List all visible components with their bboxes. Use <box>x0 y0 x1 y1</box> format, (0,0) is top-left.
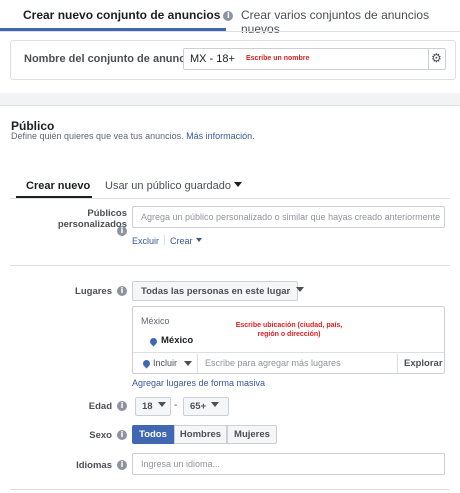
include-dropdown[interactable]: Incluir <box>153 358 177 368</box>
locations-label: Lugares <box>75 286 112 297</box>
age-min-value: 18 <box>142 401 166 412</box>
ad-set-name-value: MX - 18+ <box>190 53 235 65</box>
caret-down-icon <box>195 238 202 242</box>
language-placeholder: Ingresa un idioma... <box>141 459 221 469</box>
explore-button[interactable]: Explorar <box>404 358 443 369</box>
tab-create-new-audience[interactable]: Crear nuevo <box>26 180 90 192</box>
divider <box>133 352 444 353</box>
age-label: Edad <box>88 401 112 412</box>
tab-create-new-ad-set[interactable]: Crear nuevo conjunto de anuncios i <box>23 8 234 22</box>
gear-icon[interactable]: ⚙ <box>431 51 442 65</box>
gender-all-button[interactable]: Todos <box>132 425 174 444</box>
custom-audience-actions: Excluir Crear <box>132 235 202 246</box>
annotation-name: Escribe un nombre <box>246 55 310 62</box>
location-country-heading: México <box>141 316 170 326</box>
info-icon[interactable]: i <box>117 226 127 236</box>
divider <box>10 198 450 199</box>
caret-down-icon <box>233 182 242 187</box>
caret-down-icon <box>184 361 192 366</box>
annotation-location: Escribe ubicación (ciudad, país, región … <box>235 322 343 338</box>
languages-label: Idiomas <box>76 460 112 471</box>
section-gap <box>0 93 460 105</box>
info-icon[interactable]: i <box>117 460 127 470</box>
tab-label: Crear nuevo conjunto de anuncios <box>23 8 221 22</box>
more-info-link[interactable]: Más información. <box>186 131 255 141</box>
caret-down-icon <box>296 287 305 292</box>
tab-saved-audience[interactable]: Usar un público guardado <box>105 180 242 192</box>
custom-audiences-label: Públicos personalizados <box>57 208 127 230</box>
custom-audience-placeholder: Agrega un público personalizado o simila… <box>141 212 441 222</box>
audience-subtitle: Define quién quieres que vea tus anuncio… <box>11 131 255 141</box>
create-dropdown[interactable]: Crear <box>170 236 202 246</box>
divider <box>197 354 198 373</box>
info-icon[interactable]: i <box>117 430 127 440</box>
selected-location[interactable]: México <box>161 335 193 346</box>
gender-label: Sexo <box>89 430 112 441</box>
gender-men-button[interactable]: Hombres <box>174 425 227 444</box>
divider <box>397 354 398 373</box>
divider <box>10 265 450 266</box>
gender-women-button[interactable]: Mujeres <box>227 425 277 444</box>
location-search-input[interactable]: Escribe para agregar más lugares <box>205 358 341 368</box>
exclude-link[interactable]: Excluir <box>132 236 159 246</box>
divider <box>164 235 166 245</box>
caret-down-icon <box>211 402 220 407</box>
info-icon[interactable]: i <box>117 286 127 296</box>
age-range-dash: - <box>174 400 178 411</box>
info-icon[interactable]: i <box>117 401 127 411</box>
bulk-locations-link[interactable]: Agregar lugares de forma masiva <box>132 378 265 388</box>
caret-down-icon <box>157 402 166 407</box>
divider <box>0 31 460 32</box>
location-type-value: Todas las personas en este lugar <box>141 286 305 297</box>
age-max-value: 65+ <box>190 401 220 412</box>
divider <box>10 489 450 490</box>
info-icon[interactable]: i <box>223 11 234 21</box>
